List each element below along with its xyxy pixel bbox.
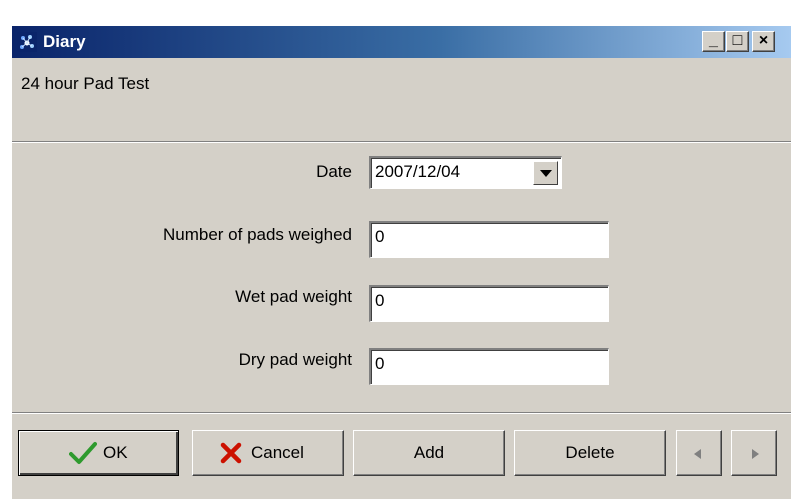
diary-window: Diary _ □ × 24 hour Pad Test Date 2007/1…	[11, 25, 791, 499]
diary-subtitle: 24 hour Pad Test	[21, 74, 150, 93]
header-panel	[12, 58, 791, 143]
minimize-button[interactable]: _	[702, 31, 725, 52]
date-value: 2007/12/04	[375, 162, 461, 181]
date-dropdown[interactable]: 2007/12/04	[369, 156, 562, 189]
date-dropdown-button[interactable]	[533, 161, 558, 185]
prev-arrow-icon	[694, 449, 701, 459]
chevron-down-icon	[540, 170, 552, 177]
wet-weight-value: 0	[375, 291, 385, 310]
close-icon: ×	[758, 32, 769, 49]
title-bar[interactable]: Diary _ □ ×	[12, 26, 791, 58]
close-button[interactable]: ×	[752, 31, 775, 52]
pads-label: Number of pads weighed	[162, 225, 352, 244]
next-button[interactable]	[731, 430, 777, 476]
ok-button[interactable]: OK	[18, 430, 179, 476]
delete-label: Delete	[565, 443, 615, 462]
maximize-icon: □	[732, 32, 743, 49]
pads-input[interactable]: 0	[369, 221, 609, 258]
green-check-icon	[69, 442, 97, 464]
add-button[interactable]: Add	[353, 430, 505, 476]
red-x-icon	[220, 442, 242, 464]
previous-button[interactable]	[676, 430, 722, 476]
dry-weight-label: Dry pad weight	[238, 350, 352, 369]
window-title: Diary	[43, 32, 86, 51]
maximize-button[interactable]: □	[726, 31, 749, 52]
add-label: Add	[413, 443, 445, 462]
minimize-icon: _	[709, 32, 718, 49]
cancel-button[interactable]: Cancel	[192, 430, 344, 476]
ok-label: OK	[103, 443, 128, 462]
cancel-label: Cancel	[251, 443, 304, 462]
dry-weight-input[interactable]: 0	[369, 348, 609, 385]
footer-divider-highlight	[12, 413, 791, 414]
pads-value: 0	[375, 227, 385, 246]
wet-weight-label: Wet pad weight	[235, 287, 352, 306]
wet-weight-input[interactable]: 0	[369, 285, 609, 322]
delete-button[interactable]: Delete	[514, 430, 666, 476]
diary-app-icon	[17, 32, 37, 52]
date-label: Date	[316, 162, 352, 181]
next-arrow-icon	[752, 449, 759, 459]
dry-weight-value: 0	[375, 354, 385, 373]
